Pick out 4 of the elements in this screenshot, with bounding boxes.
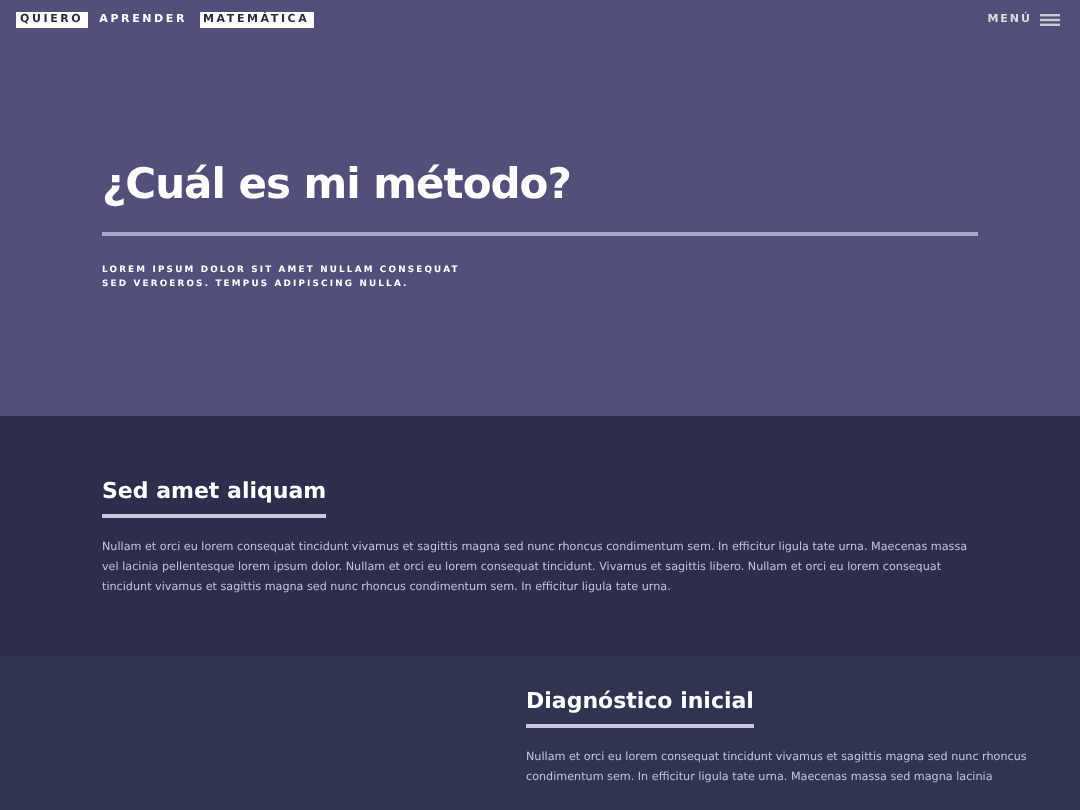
section-heading: Sed amet aliquam (102, 478, 327, 518)
page-title: ¿Cuál es mi método? (102, 160, 573, 208)
section-heading: Diagnóstico inicial (526, 688, 754, 728)
menu-icon[interactable] (1040, 14, 1060, 26)
